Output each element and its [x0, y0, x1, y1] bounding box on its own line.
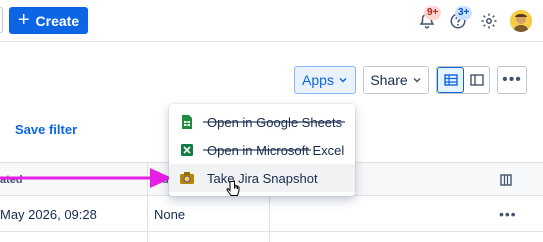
share-button-label: Share [370, 72, 408, 88]
top-navigation-bar: + Create 9+ 3+ [0, 0, 543, 42]
plus-icon: + [17, 8, 30, 31]
detail-view-toggle[interactable] [464, 67, 489, 93]
menu-item-open-google-sheets[interactable]: Open in Google Sheets [169, 108, 355, 136]
settings-button[interactable] [478, 10, 500, 32]
column-settings-button[interactable] [500, 163, 512, 196]
list-view-toggle[interactable] [437, 67, 464, 93]
row-actions-button[interactable]: ••• [499, 196, 517, 232]
view-toggle [436, 66, 490, 94]
columns-icon [500, 173, 512, 186]
help-badge: 3+ [455, 6, 473, 20]
table-view-icon [443, 74, 458, 86]
apps-button-label: Apps [302, 72, 334, 88]
apps-dropdown-button[interactable]: Apps [294, 66, 356, 94]
chevron-down-icon [339, 77, 347, 83]
gear-icon [481, 13, 497, 29]
apps-dropdown-menu: Open in Google Sheets Open in Microsoft … [169, 104, 355, 196]
excel-icon [181, 144, 193, 156]
hand-pointer-cursor-icon [226, 180, 240, 196]
save-filter-link[interactable]: Save filter [15, 122, 77, 137]
created-cell: May 2026, 09:28 [0, 206, 97, 222]
google-sheets-icon [182, 115, 192, 129]
chevron-down-icon [413, 77, 421, 83]
notifications-badge: 9+ [424, 6, 442, 20]
create-button[interactable]: + Create [9, 7, 88, 34]
create-button-label: Create [35, 12, 80, 29]
user-avatar[interactable] [510, 10, 532, 32]
annotation-arrow [0, 168, 172, 188]
menu-item-open-microsoft-excel[interactable]: Open in Microsoft Excel [169, 136, 355, 164]
strikethrough-mark [203, 121, 345, 123]
jira-snapshot-icon [180, 172, 194, 184]
menu-item-label: Take Jira Snapshot [207, 170, 318, 186]
strikethrough-mark [203, 149, 311, 151]
avatar-image [510, 10, 532, 32]
table-row[interactable]: May 2026, 09:28 None ••• [0, 196, 543, 232]
left-nav-button-edge[interactable] [0, 7, 3, 33]
share-dropdown-button[interactable]: Share [363, 66, 429, 94]
menu-item-take-jira-snapshot[interactable]: Take Jira Snapshot [169, 164, 355, 192]
due-cell: None [154, 206, 186, 222]
split-view-icon [469, 74, 484, 86]
more-actions-button[interactable]: ••• [497, 66, 527, 94]
